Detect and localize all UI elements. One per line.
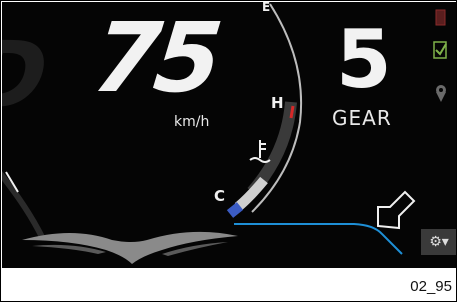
temperature-gauge-segments [247, 101, 297, 196]
gear-icon: ⚙▾ [429, 234, 449, 250]
gear-label: GEAR [332, 106, 392, 130]
temperature-top-label: E [262, 2, 271, 14]
temperature-gauge-hot-zone [289, 105, 295, 119]
gear-value: 5 [336, 13, 392, 106]
navigation-arrow-icon [377, 190, 416, 230]
figure-frame: D 75 km/h E H C 5 GEAR ⚙▾ 02_95 [0, 0, 457, 302]
battery-icon [435, 9, 446, 26]
instrument-cluster-display: D 75 km/h E H C 5 GEAR ⚙▾ [2, 2, 456, 268]
horizon-line [234, 223, 403, 255]
checklist-icon [433, 41, 447, 59]
settings-button[interactable]: ⚙▾ [421, 229, 456, 255]
figure-caption: 02_95 [410, 278, 452, 295]
coolant-temperature-icon [249, 140, 271, 163]
temperature-gauge-cold-zone [226, 202, 244, 218]
eagle-logo [22, 231, 238, 264]
speed-unit: km/h [174, 114, 210, 130]
temperature-high-label: H [271, 94, 284, 112]
temperature-low-label: C [214, 187, 226, 205]
location-pin-icon [436, 85, 446, 102]
speed-value: 75 [88, 2, 222, 114]
left-gauge-arc [2, 170, 45, 239]
